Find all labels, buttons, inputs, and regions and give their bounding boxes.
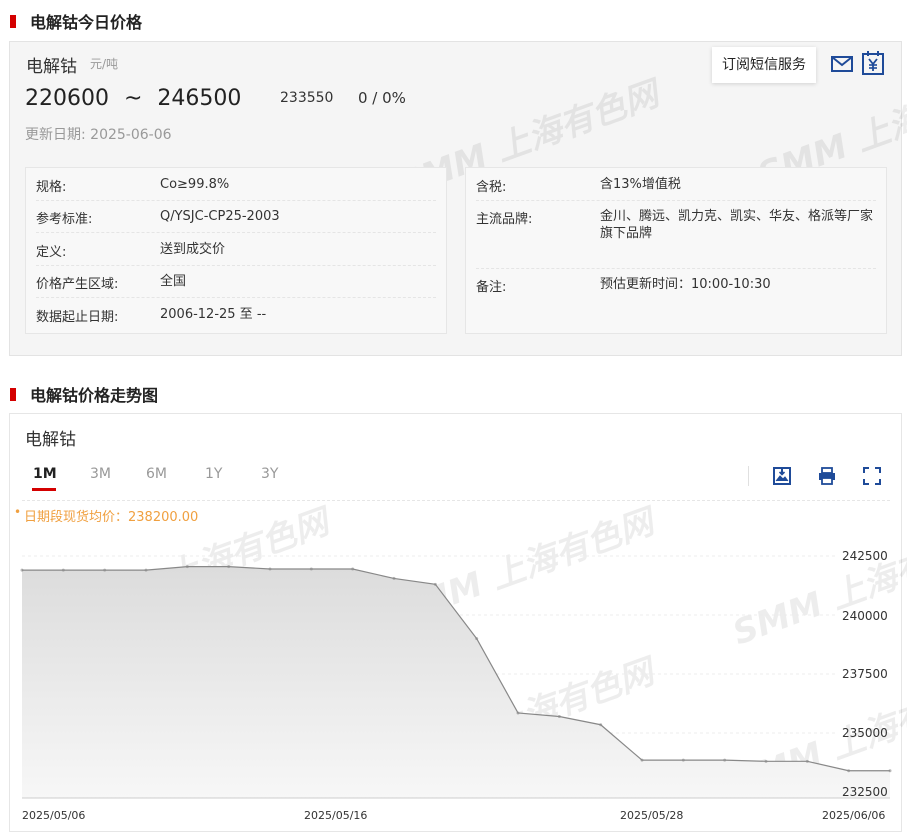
- data-point[interactable]: [516, 711, 520, 715]
- y-tick-label: 235000: [842, 726, 888, 740]
- data-point[interactable]: [764, 759, 768, 763]
- data-point[interactable]: [805, 759, 809, 763]
- data-point[interactable]: [351, 567, 355, 571]
- data-point[interactable]: [103, 568, 107, 572]
- data-point[interactable]: [681, 758, 685, 762]
- data-point[interactable]: [723, 758, 727, 762]
- data-point[interactable]: [888, 769, 892, 773]
- data-point[interactable]: [557, 714, 561, 718]
- x-tick-label: 2025/05/16: [304, 809, 368, 822]
- price-trend-chart: [20, 555, 892, 799]
- data-point[interactable]: [640, 758, 644, 762]
- data-point[interactable]: [475, 637, 479, 641]
- y-tick-label: 232500: [842, 785, 888, 799]
- y-tick-label: 242500: [842, 549, 888, 563]
- data-point[interactable]: [433, 582, 437, 586]
- data-point[interactable]: [144, 568, 148, 572]
- data-point[interactable]: [309, 567, 313, 571]
- x-tick-label: 2025/06/06: [822, 809, 886, 822]
- x-tick-label: 2025/05/06: [22, 809, 86, 822]
- data-point[interactable]: [268, 567, 272, 571]
- series-area: [22, 566, 890, 798]
- y-tick-label: 237500: [842, 667, 888, 681]
- data-point[interactable]: [20, 568, 24, 572]
- data-point[interactable]: [847, 769, 851, 773]
- data-point[interactable]: [185, 565, 189, 569]
- data-point[interactable]: [599, 723, 603, 727]
- data-point[interactable]: [61, 568, 65, 572]
- y-tick-label: 240000: [842, 609, 888, 623]
- data-point[interactable]: [227, 565, 231, 569]
- x-tick-label: 2025/05/28: [620, 809, 684, 822]
- data-point[interactable]: [392, 576, 396, 580]
